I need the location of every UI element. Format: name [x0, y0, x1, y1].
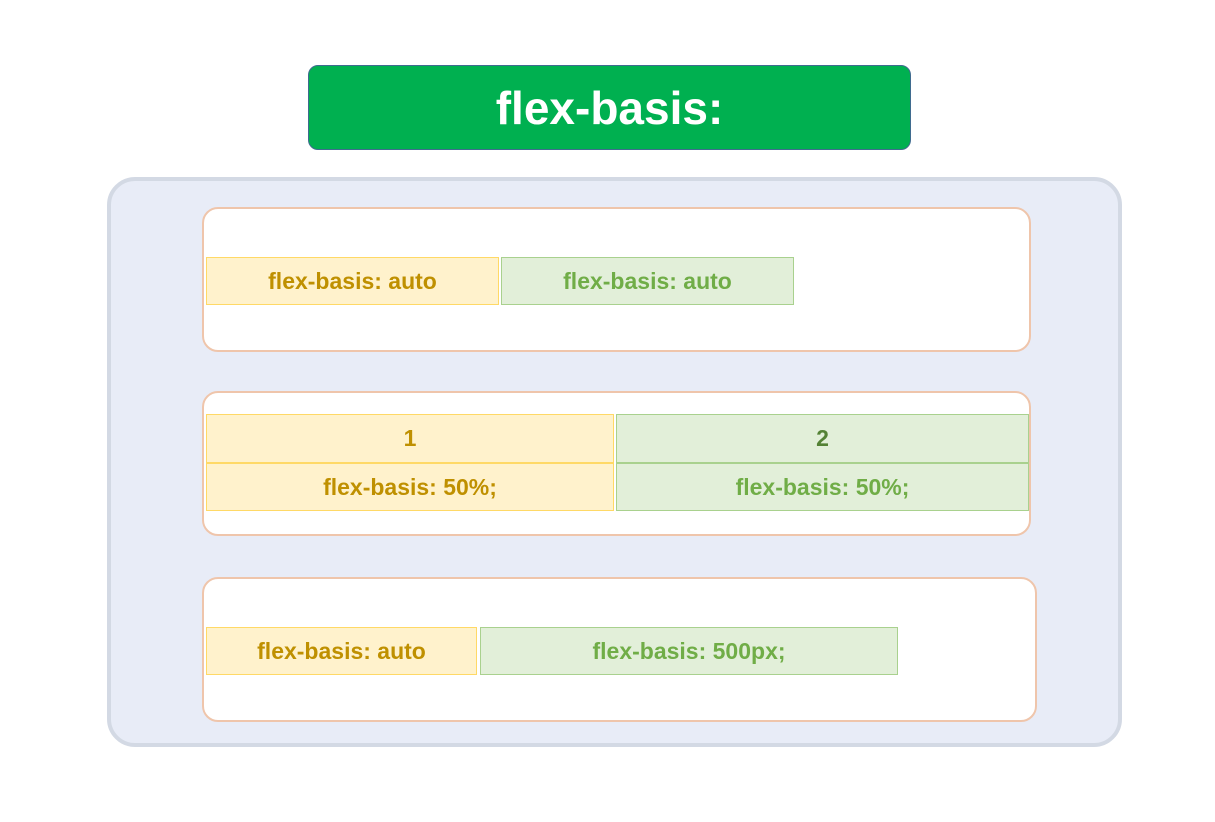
- flex-item-index-1: 1: [206, 414, 614, 463]
- flex-item-yellow: flex-basis: auto: [206, 627, 477, 675]
- diagram-title: flex-basis:: [308, 65, 911, 150]
- flex-item-green: flex-basis: auto: [501, 257, 794, 305]
- flex-item-green: flex-basis: 500px;: [480, 627, 898, 675]
- flex-item-green: flex-basis: 50%;: [616, 463, 1029, 511]
- flex-item-yellow: flex-basis: 50%;: [206, 463, 614, 511]
- flex-item-index-2: 2: [616, 414, 1029, 463]
- flex-item-yellow: flex-basis: auto: [206, 257, 499, 305]
